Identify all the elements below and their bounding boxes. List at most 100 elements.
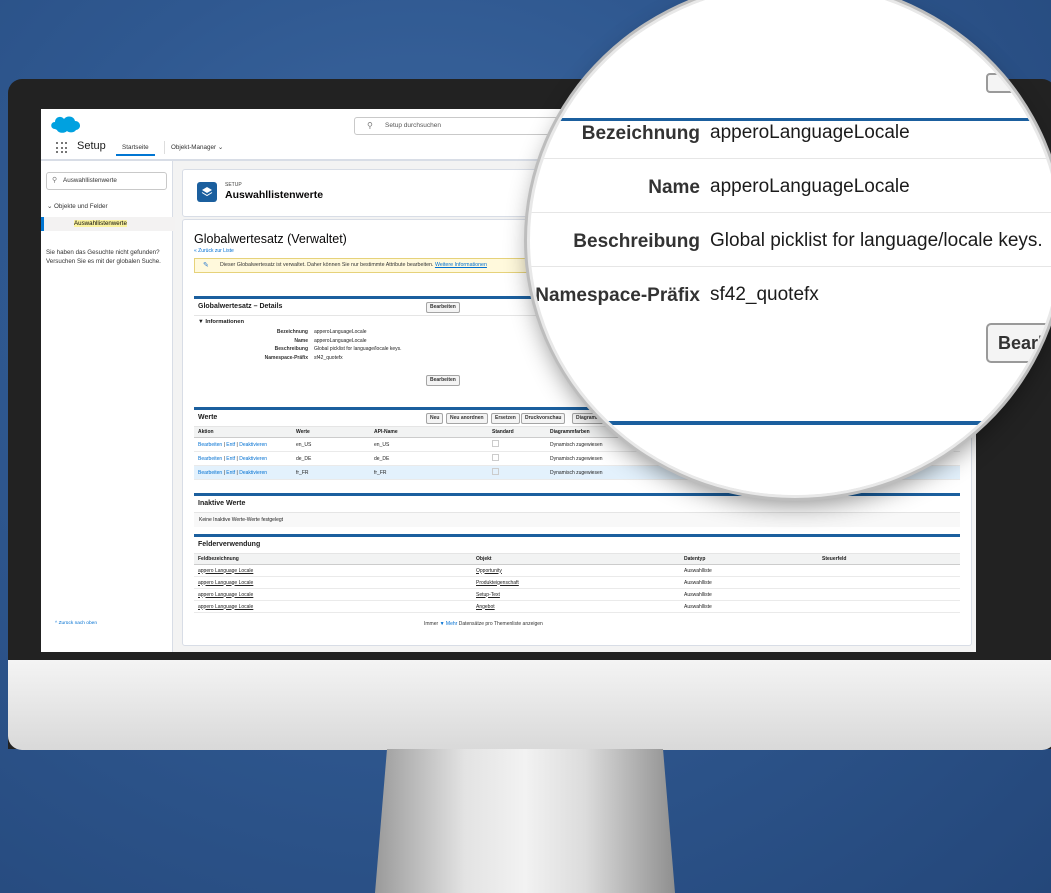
magnified-value: Global picklist for language/locale keys…	[710, 230, 1043, 251]
sidebar-group-label: Objekte und Felder	[54, 203, 108, 210]
search-icon: ⚲	[52, 177, 58, 184]
footer-immer: Immer	[424, 621, 439, 627]
object-link[interactable]: Opportunity	[476, 568, 502, 574]
delete-link[interactable]: Entf	[226, 470, 235, 476]
more-records-link[interactable]: ▼ Mehr	[440, 621, 458, 627]
magnified-label: Namespace-Präfix	[535, 285, 700, 306]
control-field-cell	[818, 564, 960, 577]
field-link[interactable]: appero Language Locale	[198, 592, 253, 598]
salesforce-logo	[51, 116, 81, 133]
column-header: Steuerfeld	[818, 554, 960, 565]
field-usage-table: Feldbezeichnung Objekt Datentyp Steuerfeld …	[194, 554, 960, 613]
column-header: Feldbezeichnung	[194, 554, 472, 565]
control-field-cell	[818, 576, 960, 589]
field-usage-section: Felderverwendung Feldbezeichnung Objekt Da…	[194, 534, 960, 617]
table-row: appero Language Locale Produkteigenschaft…	[194, 576, 960, 589]
control-field-cell	[818, 600, 960, 613]
tab-object-manager-label: Objekt-Manager	[171, 144, 217, 151]
column-header: Objekt	[472, 554, 680, 565]
column-header: Werte	[292, 427, 370, 438]
back-to-top-link[interactable]: ^ Zurück nach oben	[55, 621, 97, 626]
sidebar-note: Sie haben das Gesuchte nicht gefunden? V…	[46, 249, 161, 265]
object-cell: Setup-Text	[472, 588, 680, 601]
object-cell: Produkteigenschaft	[472, 576, 680, 589]
value-cell: de_DE	[292, 451, 370, 466]
edit-button-bottom[interactable]: Bearbeiten	[426, 375, 460, 387]
deactivate-link[interactable]: Deaktivieren	[239, 442, 267, 448]
object-cell: Angebot	[472, 600, 680, 613]
data-type-cell: Auswahlliste	[680, 564, 818, 577]
magnified-label: Name	[648, 177, 700, 198]
werte-ersetzen-button[interactable]: Ersetzen	[491, 413, 520, 424]
field-label-cell: appero Language Locale	[194, 600, 472, 613]
inactive-empty-message: Keine Inaktive Werte-Werte festgelegt	[194, 513, 960, 527]
sidebar-group-objects[interactable]: ⌄ Objekte und Felder	[47, 203, 108, 210]
more-info-link[interactable]: Weitere Informationen	[435, 262, 487, 268]
field-link[interactable]: appero Language Locale	[198, 568, 253, 574]
banner-title: Auswahllistenwerte	[225, 189, 324, 201]
field-label-cell: appero Language Locale	[194, 588, 472, 601]
edit-button[interactable]: Bearbeiten	[426, 302, 460, 313]
inactive-heading: Inaktive Werte	[194, 496, 960, 513]
data-type-cell: Auswahlliste	[680, 600, 818, 613]
standard-checkbox	[492, 440, 499, 447]
back-to-list-link[interactable]: « Zurück zur Liste	[194, 248, 234, 254]
magnified-edit-button[interactable]: Bearbeiten	[986, 323, 1051, 363]
magnified-value: apperoLanguageLocale	[710, 122, 910, 143]
magnified-detail-row: Beschreibung Global picklist for language…	[530, 214, 1051, 268]
edit-link[interactable]: Bearbeiten	[198, 442, 222, 448]
quick-find-input[interactable]: ⚲ Auswahllistenwerte	[46, 172, 167, 190]
delete-link[interactable]: Entf	[226, 442, 235, 448]
table-row: appero Language Locale Angebot Auswahllist…	[194, 600, 960, 613]
werte-heading-text: Werte	[198, 414, 218, 421]
footer-rest: Datensätze pro Themenliste anzeigen	[458, 621, 543, 627]
banner-breadcrumb[interactable]: SETUP	[225, 182, 242, 188]
value-cell: en_US	[292, 437, 370, 452]
field-link[interactable]: appero Language Locale	[198, 604, 253, 610]
info-text: Dieser Globalwertesatz ist verwaltet. Da…	[220, 262, 434, 268]
info-icon: ✎	[203, 262, 209, 269]
detail-label: Beschreibung	[274, 346, 308, 353]
delete-link[interactable]: Entf	[226, 456, 235, 462]
werte-neu-anordnen-button[interactable]: Neu anordnen	[446, 413, 488, 424]
magnified-detail-row: Name apperoLanguageLocale	[530, 160, 1051, 214]
chevron-down-icon: ⌄	[217, 144, 224, 151]
edit-link[interactable]: Bearbeiten	[198, 470, 222, 476]
field-link[interactable]: appero Language Locale	[198, 580, 253, 586]
object-cell: Opportunity	[472, 564, 680, 577]
field-label-cell: appero Language Locale	[194, 576, 472, 589]
row-actions: Bearbeiten | Entf | Deaktivieren	[194, 465, 292, 480]
object-link[interactable]: Produkteigenschaft	[476, 580, 519, 586]
data-type-cell: Auswahlliste	[680, 576, 818, 589]
layers-icon	[197, 182, 217, 202]
details-heading-text: Globalwertesatz – Details	[198, 303, 283, 310]
detail-value: apperoLanguageLocale	[314, 337, 367, 344]
object-link[interactable]: Angebot	[476, 604, 495, 610]
edit-link[interactable]: Bearbeiten	[198, 456, 222, 462]
row-divider	[530, 158, 1051, 159]
row-actions: Bearbeiten | Entf | Deaktivieren	[194, 437, 292, 452]
standard-checkbox	[492, 468, 499, 475]
magnified-value: sf42_quotefx	[710, 284, 819, 305]
inactive-values-section: Inaktive Werte Keine Inaktive Werte-Wert…	[194, 493, 960, 530]
tab-object-manager[interactable]: Objekt-Manager ⌄	[164, 141, 229, 154]
object-link[interactable]: Setup-Text	[476, 592, 500, 598]
quick-find-value: Auswahllistenwerte	[63, 177, 117, 184]
app-launcher-icon[interactable]	[56, 142, 68, 154]
deactivate-link[interactable]: Deaktivieren	[239, 456, 267, 462]
tab-home[interactable]: Startseite	[116, 141, 155, 156]
magnified-label: Bezeichnung	[581, 123, 700, 144]
werte-neu-button[interactable]: Neu	[426, 413, 444, 424]
setup-sidebar: ⚲ Auswahllistenwerte ⌄ Objekte und Felde…	[41, 161, 175, 652]
magnified-detail-row: Namespace-Präfix sf42_quotefx	[530, 268, 1051, 322]
table-row: appero Language Locale Opportunity Auswahl…	[194, 564, 960, 577]
deactivate-link[interactable]: Deaktivieren	[239, 470, 267, 476]
page-title: Globalwertesatz (Verwaltet)	[194, 232, 347, 246]
standard-checkbox	[492, 454, 499, 461]
column-header: Aktion	[194, 427, 292, 438]
api-name-cell: fr_FR	[370, 465, 488, 480]
more-label: Mehr	[445, 621, 458, 627]
sidebar-item-picklist-values[interactable]: Auswahllistenwerte	[41, 217, 175, 231]
value-cell: fr_FR	[292, 465, 370, 480]
column-header: Datentyp	[680, 554, 818, 565]
